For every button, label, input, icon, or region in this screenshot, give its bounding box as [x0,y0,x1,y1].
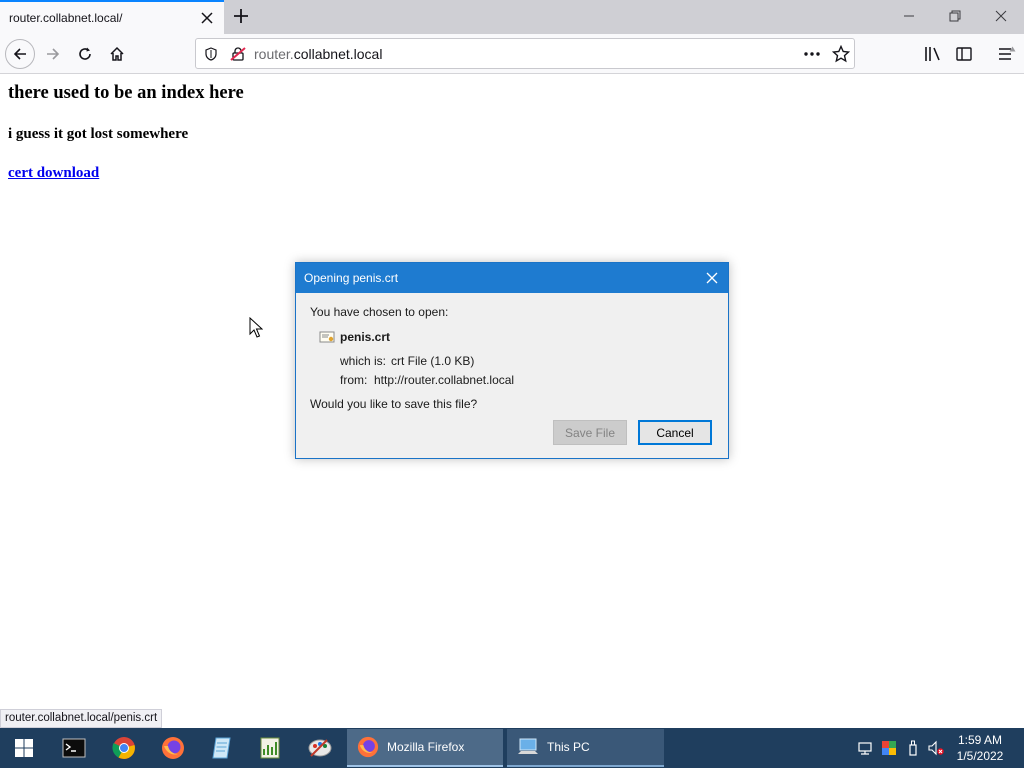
home-icon [110,46,124,61]
dialog-filename: penis.crt [340,330,391,344]
this-pc-icon [518,738,538,754]
taskbar-notepad[interactable] [202,732,242,764]
url-host: collabnet.local [293,46,383,62]
forward-button[interactable] [39,40,67,68]
minimize-icon[interactable] [901,8,917,24]
chrome-icon [112,737,135,759]
library-icon[interactable] [924,46,942,62]
network-icon[interactable] [857,740,873,756]
page-actions-icon[interactable] [803,47,821,61]
browser-titlebar: router.collabnet.local/ [0,0,1024,34]
start-button[interactable] [4,732,44,764]
taskbar-paint[interactable] [300,732,340,764]
close-window-icon[interactable] [993,8,1009,24]
taskbar-app-firefox[interactable]: Mozilla Firefox [347,729,503,767]
shield-icon[interactable] [204,47,218,61]
sidebar-icon[interactable] [956,46,972,62]
firefox-icon [357,736,379,758]
certificate-file-icon [319,331,335,343]
taskbar-app-label: Mozilla Firefox [387,740,465,754]
dialog-title: Opening penis.crt [304,271,399,285]
dialog-close-icon[interactable] [704,270,720,286]
url-bar[interactable]: router.collabnet.local [195,38,855,69]
taskbar-spreadsheet[interactable] [250,732,290,764]
spreadsheet-icon [260,737,280,759]
home-button[interactable] [103,40,131,68]
taskbar-app-label: This PC [547,740,590,754]
url-prefix: router. [254,46,294,62]
which-is-label: which is: [340,354,387,368]
cancel-button[interactable]: Cancel [638,420,712,445]
dialog-intro: You have chosen to open: [310,305,449,319]
status-bar: router.collabnet.local/penis.crt [0,709,163,728]
tab-active[interactable]: router.collabnet.local/ [0,0,224,34]
page-subheading: i guess it got lost somewhere [8,126,189,142]
page-heading: there used to be an index here [8,83,244,103]
clock-date: 1/5/2022 [956,749,1004,763]
new-tab-icon[interactable] [231,6,251,26]
forward-arrow-icon [47,48,60,60]
back-arrow-icon [13,48,26,60]
reload-button[interactable] [71,40,99,68]
dialog-question: Would you like to save this file? [310,397,478,411]
download-dialog: Opening penis.crt You have chosen to ope… [295,262,729,459]
from-value: http://router.collabnet.local [374,373,515,387]
terminal-icon [62,738,86,758]
bookmark-star-icon[interactable] [832,45,850,63]
reload-icon [79,47,91,60]
color-app-icon[interactable] [881,740,897,756]
save-file-button[interactable]: Save File [553,420,627,445]
cert-download-link[interactable]: cert download [8,165,99,182]
url-text[interactable]: router.collabnet.local [254,46,382,62]
insecure-lock-icon[interactable] [230,46,246,62]
taskbar-clock[interactable]: 1:59 AM 1/5/2022 [950,732,1010,764]
tab-close-icon[interactable] [199,10,215,26]
tab-title: router.collabnet.local/ [9,11,123,25]
usb-drive-icon[interactable] [905,740,921,756]
paint-icon [308,739,332,757]
clock-time: 1:59 AM [957,733,1003,747]
navigation-toolbar: router.collabnet.local [0,34,1024,74]
firefox-icon [162,737,184,759]
taskbar: Mozilla Firefox This PC 1:59 AM 1/5/2022 [0,728,1024,768]
which-is-value: crt File (1.0 KB) [391,354,475,368]
volume-muted-icon[interactable] [928,740,944,756]
from-label: from: [340,373,368,387]
restore-icon[interactable] [947,8,963,24]
taskbar-firefox[interactable] [153,732,193,764]
mouse-cursor-icon [249,317,263,338]
dialog-titlebar[interactable]: Opening penis.crt [296,263,728,293]
windows-start-icon [15,739,33,757]
taskbar-terminal[interactable] [54,732,94,764]
taskbar-chrome[interactable] [104,732,144,764]
back-button[interactable] [5,39,35,69]
menu-icon[interactable] [997,46,1017,62]
notepad-icon [212,737,231,759]
taskbar-app-this-pc[interactable]: This PC [507,729,664,767]
